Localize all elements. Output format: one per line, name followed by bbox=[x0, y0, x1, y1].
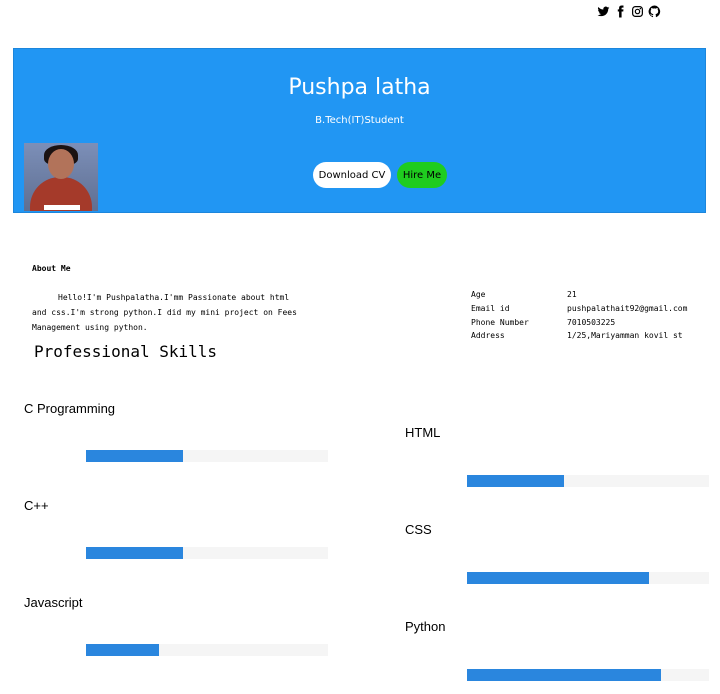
skill-bar-fill bbox=[86, 450, 183, 462]
skill-name: C Programming bbox=[24, 401, 116, 416]
personal-info: Age 21 Email id pushpalathait92@gmail.com … bbox=[471, 288, 687, 343]
skill-name: Python bbox=[405, 619, 446, 634]
profile-role: B.Tech(IT)Student bbox=[315, 115, 404, 126]
social-links bbox=[596, 4, 661, 18]
skill-bar bbox=[86, 547, 328, 559]
instagram-icon[interactable] bbox=[630, 4, 644, 18]
hero-banner: Pushpa latha B.Tech(IT)Student Download … bbox=[13, 48, 706, 213]
about-heading: About Me bbox=[32, 264, 71, 273]
info-label: Age bbox=[471, 290, 486, 300]
skill-bar-fill bbox=[86, 644, 159, 656]
skill-bar bbox=[86, 644, 328, 656]
twitter-icon[interactable] bbox=[596, 4, 610, 18]
skill-name: HTML bbox=[405, 425, 441, 440]
info-value: 1/25,Mariyamman kovil st bbox=[567, 331, 683, 341]
info-label: Email id bbox=[471, 304, 510, 314]
avatar bbox=[24, 143, 98, 211]
hire-me-button[interactable]: Hire Me bbox=[397, 162, 447, 188]
skill-bar-fill bbox=[467, 475, 564, 487]
info-label: Address bbox=[471, 331, 505, 341]
skill-bar-fill bbox=[467, 669, 661, 681]
skill-name: Javascript bbox=[24, 595, 83, 610]
info-value: 7010503225 bbox=[567, 317, 616, 327]
github-icon[interactable] bbox=[647, 4, 661, 18]
skill-bar bbox=[467, 475, 709, 487]
download-cv-button[interactable]: Download CV bbox=[313, 162, 391, 188]
skill-bar bbox=[86, 450, 328, 462]
skill-name: C++ bbox=[24, 498, 49, 513]
info-value: 21 bbox=[567, 290, 577, 300]
skill-bar-fill bbox=[467, 572, 649, 584]
info-row: Phone Number 7010503225 bbox=[471, 315, 687, 329]
skill-name: CSS bbox=[405, 522, 432, 537]
skill-bar bbox=[467, 572, 709, 584]
info-row: Age 21 bbox=[471, 288, 687, 302]
skill-bar bbox=[467, 669, 709, 681]
about-text: Hello!I'm Pushpalatha.I'mm Passionate ab… bbox=[32, 293, 297, 332]
profile-name: Pushpa latha bbox=[288, 75, 431, 100]
info-row: Address 1/25,Mariyamman kovil st bbox=[471, 329, 687, 343]
facebook-icon[interactable] bbox=[613, 4, 627, 18]
info-value: pushpalathait92@gmail.com bbox=[567, 304, 688, 314]
info-label: Phone Number bbox=[471, 317, 529, 327]
skills-heading: Professional Skills bbox=[34, 342, 218, 361]
skill-bar-fill bbox=[86, 547, 183, 559]
info-row: Email id pushpalathait92@gmail.com bbox=[471, 302, 687, 316]
